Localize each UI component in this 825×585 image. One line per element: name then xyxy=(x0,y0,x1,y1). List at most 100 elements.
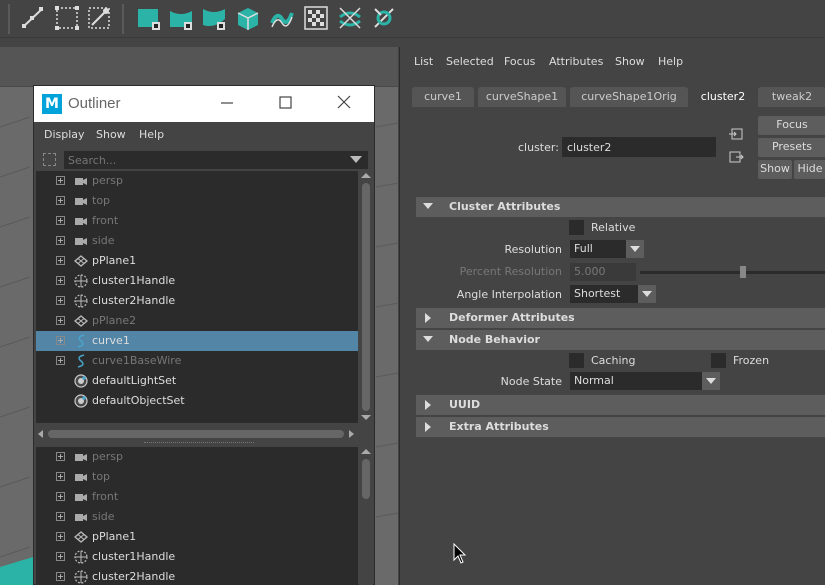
outliner-list[interactable]: persp top front side pPlane1 cluster1Handle cl… xyxy=(36,171,358,423)
expand-icon[interactable] xyxy=(56,176,65,185)
scroll-thumb[interactable] xyxy=(362,459,370,499)
tab-tweak2[interactable]: tweak2 xyxy=(758,87,825,107)
menu-help[interactable]: Help xyxy=(139,128,164,141)
filter-icon[interactable] xyxy=(43,153,56,166)
section-uuid[interactable]: UUID xyxy=(416,395,825,415)
outliner-item-top[interactable]: top xyxy=(36,191,358,211)
scroll-thumb[interactable] xyxy=(362,183,370,411)
section-cluster-attributes[interactable]: Cluster Attributes xyxy=(416,197,825,217)
presets-button[interactable]: Presets xyxy=(758,138,825,157)
focus-button[interactable]: Focus xyxy=(758,116,825,135)
tab-cluster2[interactable]: cluster2 xyxy=(692,87,754,107)
menu-show[interactable]: Show xyxy=(96,128,126,141)
scroll-up-icon[interactable] xyxy=(361,173,371,178)
outliner-item-curve1basewire[interactable]: curve1BaseWire xyxy=(36,351,358,371)
outliner-item-side[interactable]: side xyxy=(36,231,358,251)
tab-curveshape1[interactable]: curveShape1 xyxy=(478,87,566,107)
chevron-down-icon[interactable] xyxy=(702,372,720,390)
outliner-item-front[interactable]: front xyxy=(36,487,358,507)
outliner-item-persp[interactable]: persp xyxy=(36,447,358,467)
outliner-list-secondary[interactable]: persp top front side pPlane1 cluster1Handle cl… xyxy=(36,447,358,585)
percent-resolution-field[interactable]: 5.000 xyxy=(570,263,636,281)
slider-knob[interactable] xyxy=(740,266,746,278)
load-selected-icon[interactable] xyxy=(728,127,744,141)
expand-icon[interactable] xyxy=(56,552,65,561)
outliner-item-cluster1handle[interactable]: cluster1Handle xyxy=(36,547,358,567)
expand-icon[interactable] xyxy=(56,276,65,285)
outliner-item-cluster1handle[interactable]: cluster1Handle xyxy=(36,271,358,291)
scroll-up-icon[interactable] xyxy=(361,449,371,454)
expand-icon[interactable] xyxy=(56,236,65,245)
box-icon[interactable] xyxy=(235,5,261,31)
search-input[interactable] xyxy=(64,151,368,169)
outliner-item-defaultobjectset[interactable]: defaultObjectSet xyxy=(36,391,358,411)
outliner-item-pplane2[interactable]: pPlane2 xyxy=(36,311,358,331)
expand-icon[interactable] xyxy=(56,256,65,265)
outliner-titlebar[interactable]: M Outliner xyxy=(34,86,374,122)
outliner-horizontal-scrollbar[interactable] xyxy=(36,427,358,441)
scroll-right-icon[interactable] xyxy=(349,430,354,438)
expand-icon[interactable] xyxy=(56,452,65,461)
menu-list[interactable]: List xyxy=(414,55,433,68)
copy-tab-icon[interactable] xyxy=(728,150,744,164)
menu-display[interactable]: Display xyxy=(44,128,85,141)
section-deformer-attributes[interactable]: Deformer Attributes xyxy=(416,308,825,328)
menu-show[interactable]: Show xyxy=(615,55,645,68)
node-state-select[interactable]: Normal xyxy=(570,372,702,390)
expand-icon[interactable] xyxy=(56,296,65,305)
angle-interpolation-select[interactable]: Shortest xyxy=(570,285,638,303)
search-dropdown-icon[interactable] xyxy=(350,156,362,163)
menu-selected[interactable]: Selected xyxy=(446,55,494,68)
percent-resolution-slider[interactable] xyxy=(640,271,825,274)
outliner-splitter[interactable] xyxy=(144,442,254,444)
expand-icon[interactable] xyxy=(56,572,65,581)
close-button[interactable] xyxy=(331,92,357,114)
twist-icon[interactable] xyxy=(201,5,227,31)
outliner-vertical-scrollbar[interactable] xyxy=(359,171,373,423)
wrap-icon[interactable] xyxy=(337,5,363,31)
outliner-item-side[interactable]: side xyxy=(36,507,358,527)
tab-curve1[interactable]: curve1 xyxy=(412,87,474,107)
caching-checkbox[interactable] xyxy=(569,353,584,368)
expand-icon[interactable] xyxy=(56,196,65,205)
frozen-checkbox[interactable] xyxy=(711,353,726,368)
scroll-thumb[interactable] xyxy=(48,430,344,438)
hide-button[interactable]: Hide xyxy=(794,160,825,179)
expand-icon[interactable] xyxy=(56,356,65,365)
expand-icon[interactable] xyxy=(56,316,65,325)
wire-icon[interactable] xyxy=(269,5,295,31)
chevron-down-icon[interactable] xyxy=(626,240,644,258)
expand-icon[interactable] xyxy=(56,492,65,501)
show-button[interactable]: Show xyxy=(758,160,792,179)
plane-icon[interactable] xyxy=(136,5,162,31)
outliner-item-pplane1[interactable]: pPlane1 xyxy=(36,251,358,271)
relative-checkbox[interactable] xyxy=(569,220,584,235)
menu-focus[interactable]: Focus xyxy=(504,55,535,68)
outliner-item-curve1[interactable]: curve1 xyxy=(36,331,358,351)
outliner-item-front[interactable]: front xyxy=(36,211,358,231)
checker-icon[interactable] xyxy=(303,5,329,31)
scroll-down-icon[interactable] xyxy=(361,415,371,420)
outliner-vertical-scrollbar-secondary[interactable] xyxy=(359,447,373,585)
expand-icon[interactable] xyxy=(56,512,65,521)
outliner-item-top[interactable]: top xyxy=(36,467,358,487)
menu-help[interactable]: Help xyxy=(658,55,683,68)
bend-icon[interactable] xyxy=(168,5,194,31)
expand-icon[interactable] xyxy=(56,336,65,345)
menu-attributes[interactable]: Attributes xyxy=(549,55,603,68)
expand-icon[interactable] xyxy=(56,216,65,225)
tab-curveshape1orig[interactable]: curveShape1Orig xyxy=(570,87,688,107)
cluster-icon[interactable] xyxy=(86,5,112,31)
section-node-behavior[interactable]: Node Behavior xyxy=(416,330,825,350)
outliner-item-pplane1[interactable]: pPlane1 xyxy=(36,527,358,547)
outliner-item-cluster2handle[interactable]: cluster2Handle xyxy=(36,291,358,311)
maximize-button[interactable] xyxy=(272,92,298,114)
lattice-icon[interactable] xyxy=(54,5,80,31)
resolution-select[interactable]: Full xyxy=(570,240,626,258)
expand-icon[interactable] xyxy=(56,532,65,541)
section-extra-attributes[interactable]: Extra Attributes xyxy=(416,417,825,437)
ep-curve-tool-icon[interactable] xyxy=(20,5,46,31)
outliner-item-persp[interactable]: persp xyxy=(36,171,358,191)
minimize-button[interactable] xyxy=(214,92,240,114)
outliner-item-cluster2handle[interactable]: cluster2Handle xyxy=(36,567,358,585)
